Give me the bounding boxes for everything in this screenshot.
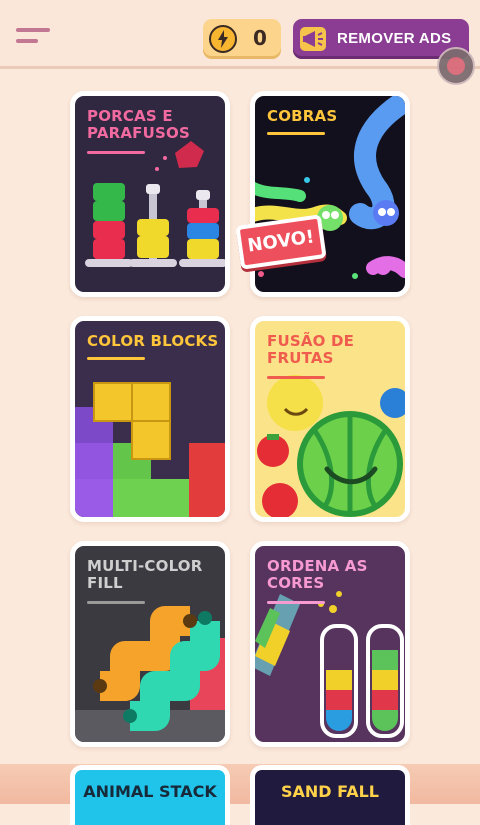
record-indicator-icon[interactable] — [437, 47, 475, 85]
lightning-coin-icon — [209, 25, 237, 53]
game-card-multi-color-fill[interactable]: MULTI-COLOR FILL — [70, 541, 230, 747]
game-title: COLOR BLOCKS — [87, 332, 219, 350]
game-title: SAND FALL — [280, 782, 379, 801]
title-underline — [87, 151, 145, 154]
game-card-sand-fall[interactable]: SAND FALL — [250, 765, 410, 825]
title-underline — [267, 601, 325, 604]
game-title: ANIMAL STACK — [83, 782, 217, 801]
game-card-porcas-e-parafusos[interactable]: PORCAS E PARAFUSOS — [70, 91, 230, 297]
coin-count: 0 — [253, 26, 267, 50]
coin-counter: 0 — [203, 19, 281, 59]
game-title: MULTI-COLOR FILL — [87, 557, 203, 592]
title-underline — [267, 132, 325, 135]
game-title: PORCAS E PARAFUSOS — [87, 107, 190, 142]
title-underline — [87, 357, 145, 360]
title-underline — [87, 601, 145, 604]
top-bar: 0 REMOVER ADS — [0, 0, 480, 69]
color-blocks-art — [75, 382, 225, 517]
game-card-color-blocks[interactable]: COLOR BLOCKS — [70, 316, 230, 522]
new-badge-label: NOVO! — [246, 226, 316, 257]
game-card-cobras[interactable]: COBRAS — [250, 91, 410, 297]
game-title: COBRAS — [267, 107, 338, 125]
hamburger-menu-icon[interactable] — [16, 26, 52, 50]
game-card-animal-stack[interactable]: ANIMAL STACK — [70, 765, 230, 825]
game-card-ordena-as-cores[interactable]: ORDENA AS CORES — [250, 541, 410, 747]
megaphone-icon — [300, 27, 326, 51]
title-underline — [267, 376, 325, 379]
game-card-fusao-de-frutas[interactable]: FUSÃO DE FRUTAS — [250, 316, 410, 522]
game-title: ORDENA AS CORES — [267, 557, 368, 592]
remove-ads-label: REMOVER ADS — [337, 30, 452, 47]
game-title: FUSÃO DE FRUTAS — [267, 332, 355, 367]
